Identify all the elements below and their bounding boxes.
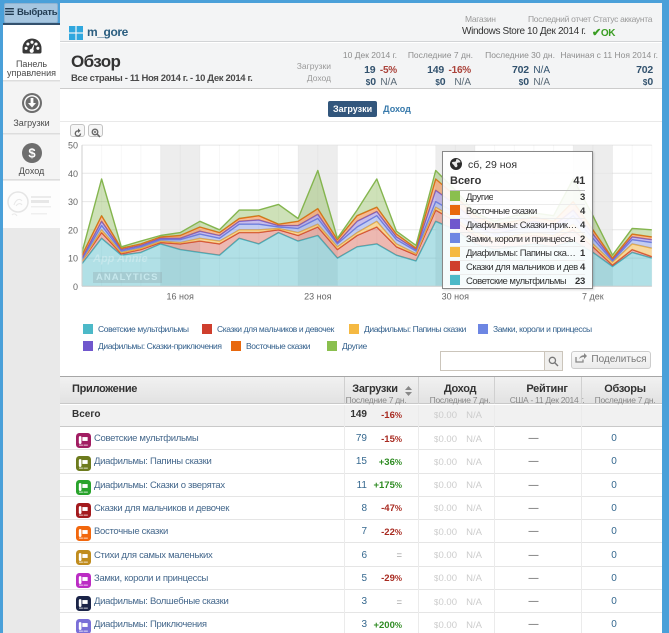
svg-text:40: 40: [68, 169, 78, 179]
svg-text:30: 30: [68, 197, 78, 207]
svg-text:10: 10: [68, 254, 78, 264]
svg-text:16 ноя: 16 ноя: [167, 291, 194, 301]
svg-text:0: 0: [73, 282, 78, 292]
svg-text:7 дек: 7 дек: [582, 291, 604, 301]
svg-text:30 ноя: 30 ноя: [442, 291, 469, 301]
svg-text:23 ноя: 23 ноя: [304, 291, 331, 301]
svg-text:20: 20: [68, 225, 78, 235]
svg-text:50: 50: [68, 141, 78, 151]
svg-text:$: $: [28, 146, 36, 161]
